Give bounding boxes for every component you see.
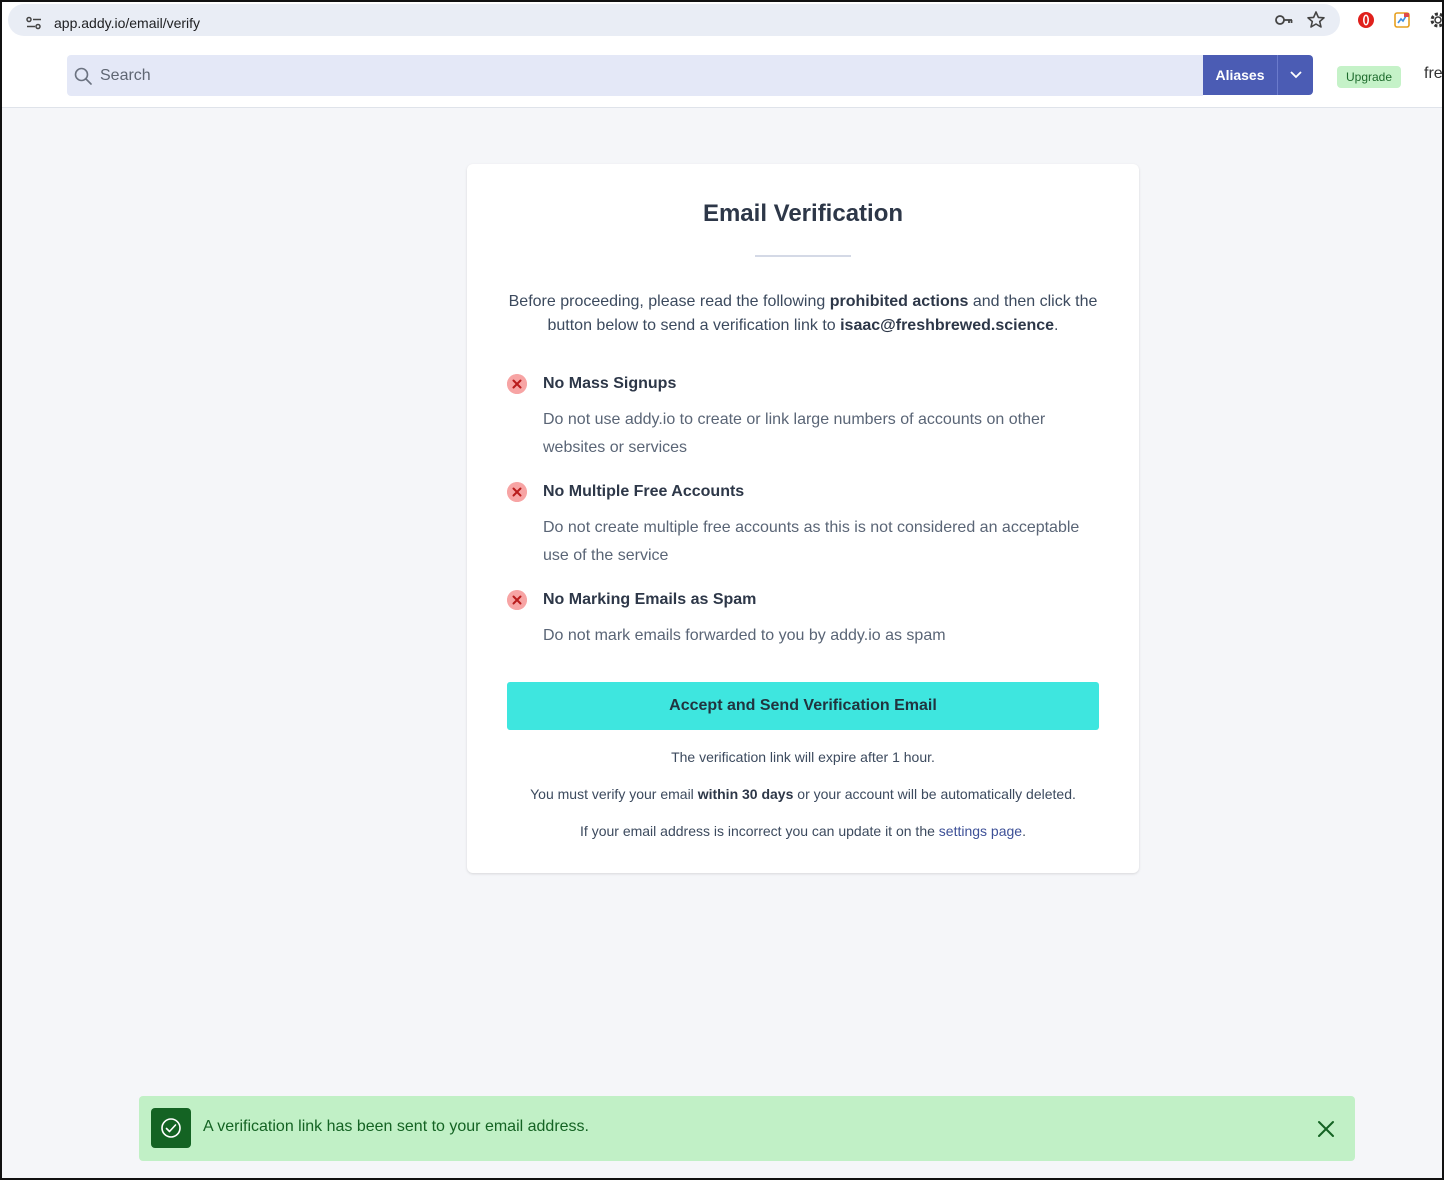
x-circle-icon (507, 482, 527, 502)
aliases-dropdown-button[interactable] (1277, 55, 1313, 95)
app-header: Aliases Upgrade fre (0, 44, 1444, 108)
extension-color-icon[interactable] (1392, 10, 1412, 30)
settings-note-start: If your email address is incorrect you c… (580, 823, 939, 839)
rule-title: No Mass Signups (543, 375, 677, 392)
browser-toolbar: app.addy.io/email/verify (0, 0, 1444, 44)
toast-message: A verification link has been sent to you… (203, 1118, 589, 1135)
intro-prohibited: prohibited actions (829, 293, 969, 310)
rule-title: No Marking Emails as Spam (543, 591, 757, 608)
aliases-button[interactable]: Aliases (1203, 55, 1277, 95)
settings-page-link[interactable]: settings page (939, 823, 1022, 839)
extension-red-icon[interactable] (1356, 10, 1376, 30)
upgrade-badge[interactable]: Upgrade (1337, 66, 1402, 88)
success-toast: A verification link has been sent to you… (139, 1096, 1355, 1161)
accept-send-verification-button[interactable]: Accept and Send Verification Email (507, 682, 1099, 730)
verify-note-end: or your account will be automatically de… (793, 786, 1076, 802)
expire-note: The verification link will expire after … (671, 749, 935, 765)
search-icon (74, 67, 92, 85)
rule-description: Do not use addy.io to create or link lar… (543, 411, 1046, 456)
verify-note-deadline: within 30 days (697, 786, 794, 802)
x-circle-icon (507, 590, 527, 610)
key-icon[interactable] (1274, 10, 1294, 30)
rule-description: Do not mark emails forwarded to you by a… (543, 627, 946, 644)
rule-title: No Multiple Free Accounts (543, 483, 745, 500)
title-divider (755, 255, 851, 257)
user-menu-label[interactable]: fre (1424, 65, 1443, 83)
search-input[interactable] (100, 55, 1190, 96)
verify-note-start: You must verify your email (530, 786, 698, 802)
settings-note-end: . (1022, 823, 1026, 839)
address-bar[interactable]: app.addy.io/email/verify (8, 4, 1340, 36)
site-info-icon[interactable] (26, 16, 42, 30)
toast-icon-box (151, 1108, 191, 1148)
settings-note: If your email address is incorrect you c… (467, 823, 1139, 839)
verification-card: Email Verification Before proceeding, pl… (467, 164, 1139, 873)
intro-email: isaac@freshbrewed.science (840, 317, 1055, 334)
intro-text: Before proceeding, please read the follo… (507, 290, 1099, 338)
intro-text-start: Before proceeding, please read the follo… (508, 293, 830, 310)
x-circle-icon (507, 374, 527, 394)
upgrade-label: Upgrade (1346, 70, 1393, 84)
star-icon[interactable] (1306, 10, 1326, 30)
intro-text-end: . (1054, 317, 1059, 334)
settings-gear-icon[interactable] (1428, 10, 1444, 30)
rule-description: Do not create multiple free accounts as … (543, 519, 1080, 564)
check-circle-icon (161, 1118, 181, 1138)
url-text[interactable]: app.addy.io/email/verify (54, 15, 200, 31)
aliases-label: Aliases (1215, 67, 1265, 83)
close-icon[interactable] (1315, 1118, 1337, 1140)
chevron-down-icon (1289, 71, 1302, 79)
page-title: Email Verification (702, 200, 904, 227)
verify-deadline-note: You must verify your email within 30 day… (467, 786, 1139, 802)
